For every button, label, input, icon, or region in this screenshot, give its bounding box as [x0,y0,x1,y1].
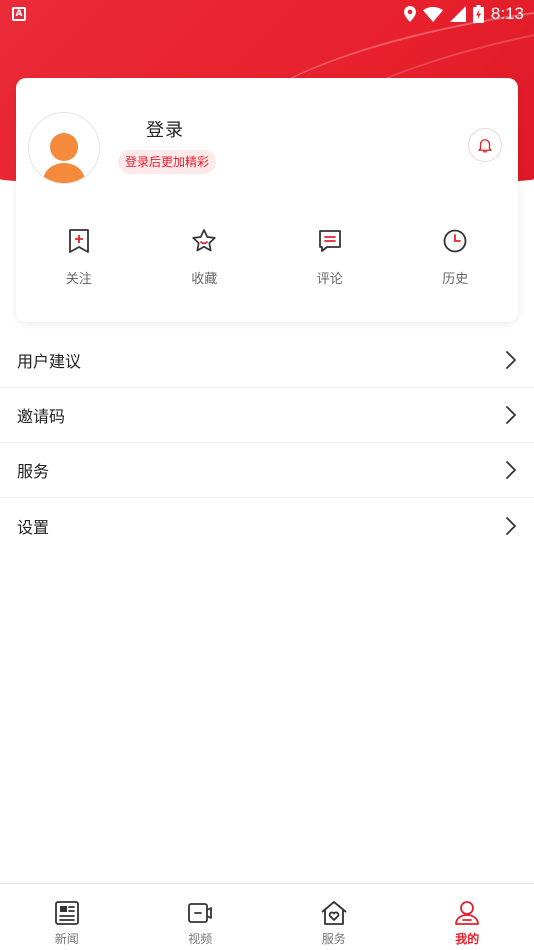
user-icon [455,901,480,925]
chevron-right-icon [506,516,516,535]
quick-action-favorite[interactable]: 收藏 [142,228,268,298]
menu-item-settings[interactable]: 设置 [0,498,534,553]
nav-tab-news[interactable]: 新闻 [0,884,134,950]
nav-tab-mine[interactable]: 我的 [401,884,534,950]
status-bar: A 8:13 [0,0,534,28]
menu-item-label: 邀请码 [17,407,66,426]
nav-tab-services[interactable]: 服务 [267,884,401,950]
app-notification-icon: A [12,7,26,21]
bookmark-plus-icon [68,229,89,253]
nav-tab-video[interactable]: 视频 [134,884,268,950]
nav-label: 服务 [321,932,346,946]
nav-label: 我的 [455,932,480,946]
nav-label: 视频 [188,932,213,946]
menu-item-label: 服务 [17,462,50,481]
quick-action-history[interactable]: 历史 [393,228,519,298]
menu-item-invite-code[interactable]: 邀请码 [0,388,534,443]
login-hint-badge[interactable]: 登录后更加精彩 [118,150,217,174]
quick-action-comment[interactable]: 评论 [267,228,393,298]
quick-action-label: 评论 [316,272,343,287]
quick-action-label: 历史 [442,272,469,287]
bell-icon [478,139,492,153]
chevron-right-icon [506,351,516,369]
clock-icon [443,229,467,253]
wifi-icon [422,6,443,22]
menu-item-label: 用户建议 [17,352,82,371]
newspaper-icon [54,901,79,925]
menu-list: 用户建议 邀请码 服务 设置 [0,333,534,553]
bottom-nav: 新闻 视频 服务 我的 [0,883,534,950]
location-icon [403,6,416,22]
menu-item-services[interactable]: 服务 [0,443,534,498]
signal-icon [449,6,466,22]
star-icon [192,229,216,252]
nav-label: 新闻 [54,932,79,946]
notification-button[interactable] [468,128,502,162]
login-title[interactable]: 登录 [146,116,184,142]
quick-actions: 关注 收藏 评论 历史 [16,228,518,298]
quick-action-label: 关注 [65,272,92,287]
chevron-right-icon [506,461,516,479]
video-icon [188,903,213,923]
avatar[interactable] [28,112,100,184]
default-avatar-icon [42,133,86,183]
quick-action-label: 收藏 [191,272,218,287]
home-heart-icon [321,901,347,925]
quick-action-follow[interactable]: 关注 [16,228,142,298]
profile-card: 登录 登录后更加精彩 关注 收藏 评论 历史 [16,78,518,322]
comment-icon [318,230,341,252]
menu-item-feedback[interactable]: 用户建议 [0,333,534,388]
battery-icon [472,5,484,23]
chevron-right-icon [506,406,516,424]
status-time: 8:13 [490,4,524,23]
menu-item-label: 设置 [17,517,50,537]
